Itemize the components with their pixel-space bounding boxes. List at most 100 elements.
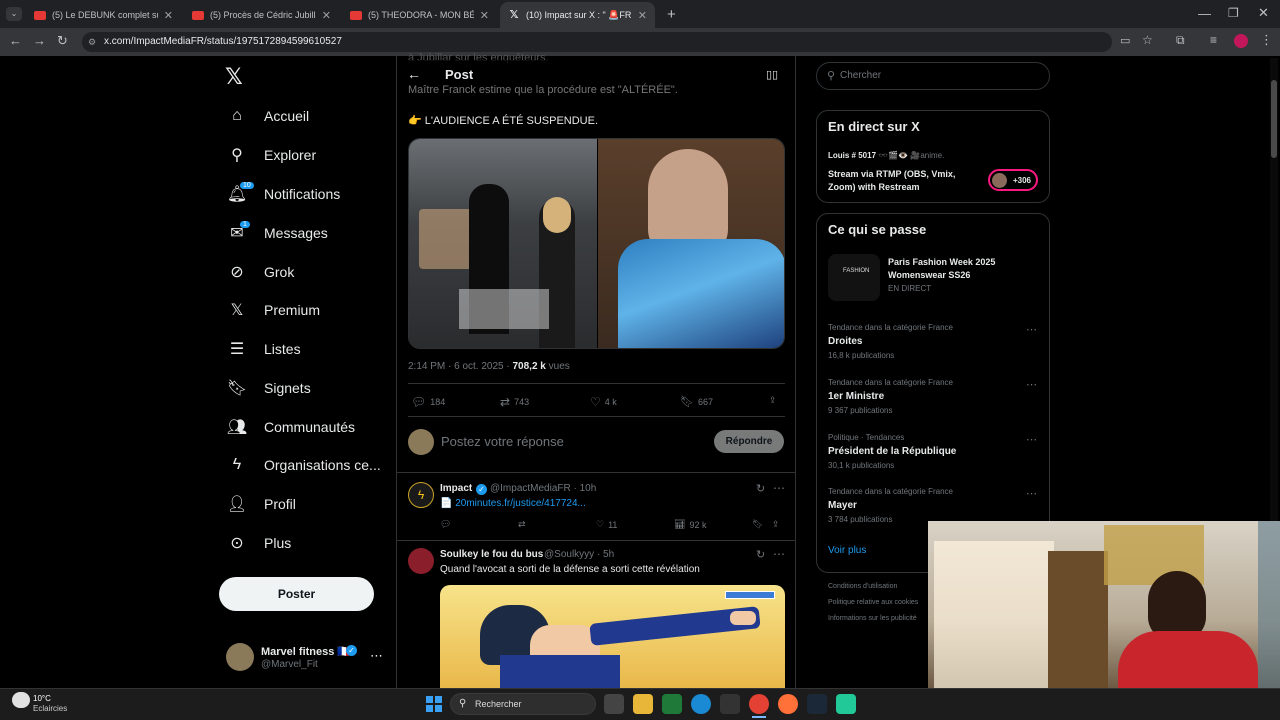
close-tab-icon[interactable]: ✕ <box>638 9 647 22</box>
footer-link[interactable]: Politique relative aux cookies <box>828 599 918 606</box>
browser-tab[interactable]: (5) Le DEBUNK complet sur la P ✕ <box>26 2 181 28</box>
reply-action[interactable]: 💬︎ 184 <box>411 395 445 409</box>
more-options-icon[interactable]: ⋯ <box>773 547 785 561</box>
reply-action[interactable]: 💬︎ <box>440 519 451 530</box>
retweet-action[interactable]: ⇄ <box>518 519 526 530</box>
views-action[interactable]: 📊︎ 92 k <box>674 519 706 530</box>
firefox-icon[interactable] <box>778 694 798 714</box>
share-icon[interactable]: ⇪ <box>769 395 777 406</box>
sidebar-item-profile[interactable]: 👤︎ Profil <box>218 486 388 522</box>
store-icon[interactable] <box>720 694 740 714</box>
sidebar-item-notifications[interactable]: 🔔︎ 10 Notifications <box>218 176 388 212</box>
sidebar-item-premium[interactable]: 𝕏 Premium <box>218 292 388 328</box>
divider <box>408 383 785 384</box>
back-icon[interactable]: ← <box>9 33 22 48</box>
featured-title[interactable]: Paris Fashion Week 2025 Womenswear SS26 <box>888 256 1038 282</box>
nvidia-icon[interactable] <box>662 694 682 714</box>
back-arrow-icon[interactable]: ← <box>407 66 421 82</box>
reply-button[interactable]: Répondre <box>714 430 784 453</box>
sidebar-item-organizations[interactable]: ϟ Organisations ce... <box>218 447 388 483</box>
app-icon[interactable] <box>836 694 856 714</box>
scrollbar-thumb[interactable] <box>1271 80 1277 158</box>
trend-more-icon[interactable]: ⋯ <box>1026 378 1037 391</box>
more-options-icon[interactable]: ⋯ <box>773 481 785 495</box>
search-input[interactable]: ⚲ Chercher <box>816 62 1050 90</box>
live-listener-count[interactable]: +306 <box>988 169 1038 191</box>
trend-more-icon[interactable]: ⋯ <box>1026 433 1037 446</box>
site-info-icon[interactable]: ⚙ <box>88 32 96 52</box>
chrome-icon[interactable] <box>749 694 769 714</box>
forward-icon[interactable]: → <box>33 33 46 48</box>
grok-explain-icon[interactable]: ↻ <box>756 482 765 495</box>
sidebar-item-communities[interactable]: 👥︎ Communautés <box>218 409 388 445</box>
sidebar-item-home[interactable]: ⌂ Accueil <box>218 98 388 134</box>
bookmark-icon[interactable]: 🔖︎ <box>752 519 763 530</box>
taskbar-search[interactable]: ⚲ Rechercher <box>450 693 596 715</box>
post-button[interactable]: Poster <box>219 577 374 611</box>
bookmark-star-icon[interactable]: ☆ <box>1142 33 1153 47</box>
browser-menu-icon[interactable]: ⋮ <box>1260 32 1273 48</box>
footer-link[interactable]: Informations sur les publicité <box>828 615 917 622</box>
sidebar-item-lists[interactable]: ☰ Listes <box>218 331 388 367</box>
live-stream-title[interactable]: Stream via RTMP (OBS, Vmix, Zoom) with R… <box>828 168 978 194</box>
account-avatar[interactable] <box>226 643 254 671</box>
close-tab-icon[interactable]: ✕ <box>164 9 173 22</box>
like-action[interactable]: ♡ 4 k <box>590 395 617 409</box>
minimize-icon[interactable]: — <box>1198 6 1211 21</box>
trend-item[interactable]: Politique · Tendances Président de la Ré… <box>828 433 1038 470</box>
search-icon: ⚲ <box>459 698 467 709</box>
maximize-icon[interactable]: ❐ <box>1228 6 1239 20</box>
tweet-image[interactable] <box>408 138 785 349</box>
sidebar-item-messages[interactable]: ✉ 1 Messages <box>218 215 388 251</box>
address-bar[interactable]: ⚙ x.com/ImpactMediaFR/status/19751728945… <box>82 32 1112 52</box>
steam-icon[interactable] <box>807 694 827 714</box>
cast-icon[interactable]: ▭ <box>1120 34 1130 47</box>
footer-link[interactable]: Conditions d'utilisation <box>828 583 897 590</box>
extensions-icon[interactable]: ⧉ <box>1176 33 1185 48</box>
new-tab-icon[interactable]: + <box>667 6 676 23</box>
weather-icon[interactable] <box>12 692 30 708</box>
account-handle: @Marvel_Fit <box>261 659 318 670</box>
bookmark-action[interactable]: 🔖︎ 667 <box>680 395 713 408</box>
edge-icon[interactable] <box>691 694 711 714</box>
tab-list-button[interactable]: ⌄ <box>6 7 22 21</box>
trend-item[interactable]: Tendance dans la catégorie France Droite… <box>828 323 1038 360</box>
see-more-link[interactable]: Voir plus <box>828 545 866 556</box>
grok-explain-icon[interactable]: ↻ <box>756 548 765 561</box>
reply-author[interactable]: Impact <box>440 483 472 494</box>
reply-media-image[interactable] <box>440 585 785 688</box>
file-explorer-icon[interactable] <box>633 694 653 714</box>
close-tab-icon[interactable]: ✕ <box>322 9 331 22</box>
reader-mode-icon[interactable]: ▯▯ <box>766 68 778 81</box>
share-icon[interactable]: ⇪ <box>772 519 780 530</box>
windows-start-icon[interactable] <box>426 696 442 712</box>
sidebar-item-explore[interactable]: ⚲ Explorer <box>218 137 388 173</box>
account-menu-icon[interactable]: ⋯ <box>370 648 383 664</box>
trend-more-icon[interactable]: ⋯ <box>1026 487 1037 500</box>
close-window-icon[interactable]: ✕ <box>1258 5 1269 21</box>
reply-input[interactable]: Postez votre réponse <box>441 434 564 449</box>
task-view-icon[interactable] <box>604 694 624 714</box>
profile-avatar[interactable] <box>1234 34 1248 48</box>
browser-tab[interactable]: (5) THEODORA - MON BÉBÉ (F ✕ <box>342 2 497 28</box>
browser-tab[interactable]: (5) Procès de Cédric Jubillar - Y ✕ <box>184 2 339 28</box>
featured-thumbnail[interactable]: FASHION <box>828 254 880 301</box>
sidebar-item-bookmarks[interactable]: 🔖︎ Signets <box>218 370 388 406</box>
retweet-action[interactable]: ⇄ 743 <box>500 395 529 409</box>
trend-more-icon[interactable]: ⋯ <box>1026 323 1037 336</box>
close-tab-icon[interactable]: ✕ <box>480 9 489 22</box>
media-icon[interactable]: ≡ <box>1210 33 1217 47</box>
reply-link[interactable]: 📄 20minutes.fr/justice/417724... <box>440 498 586 509</box>
sidebar-item-grok[interactable]: ⊘ Grok <box>218 254 388 290</box>
reload-icon[interactable]: ↻ <box>57 33 68 49</box>
x-logo-icon[interactable]: 𝕏 <box>225 64 243 90</box>
trend-item[interactable]: Tendance dans la catégorie France 1er Mi… <box>828 378 1038 415</box>
like-action[interactable]: ♡ 11 <box>596 519 617 530</box>
trend-item[interactable]: Tendance dans la catégorie France Mayer … <box>828 487 1038 524</box>
sidebar-item-more[interactable]: ⊙ Plus <box>218 525 388 561</box>
soulkey-avatar[interactable] <box>408 548 434 574</box>
browser-tab-active[interactable]: 𝕏 (10) Impact sur X : " 🚨FR ALERT ✕ <box>500 2 655 28</box>
impact-avatar[interactable]: ϟ <box>408 482 434 508</box>
live-host[interactable]: Louis # 5017 🕶️🎬👁️ 🎥anime. <box>828 151 944 160</box>
reply-author[interactable]: Soulkey le fou du bus <box>440 549 543 560</box>
